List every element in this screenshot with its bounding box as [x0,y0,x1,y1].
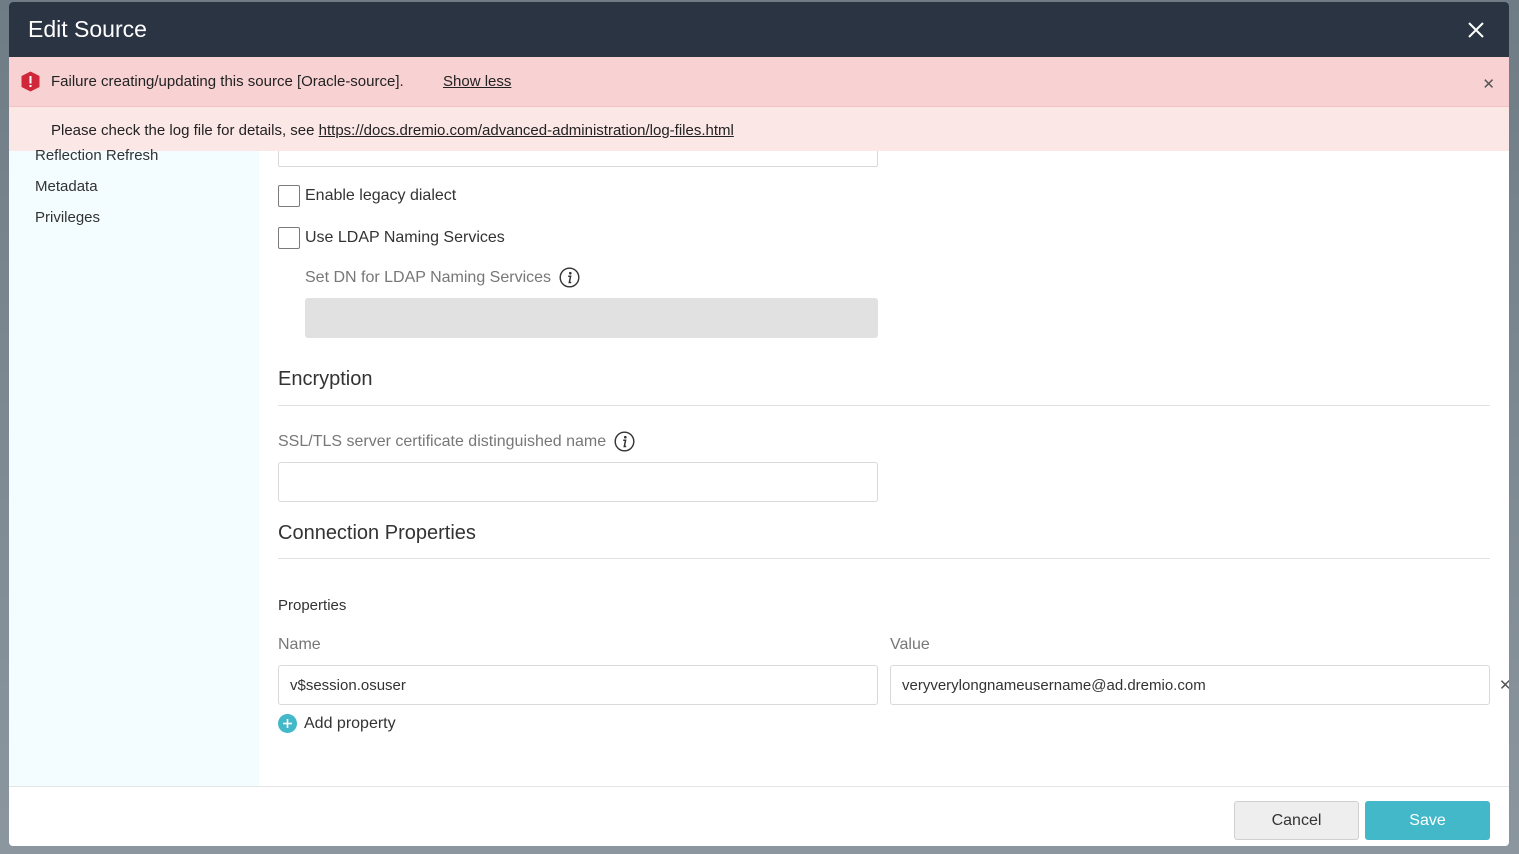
add-property-button[interactable]: Add property [278,714,396,733]
encryption-section-title: Encryption [278,368,373,390]
divider [278,558,1490,559]
ldap-dn-label: Set DN for LDAP Naming Services [305,267,580,288]
legacy-dialect-checkbox[interactable] [278,185,300,207]
close-icon[interactable] [1465,19,1487,41]
value-column-label: Value [890,636,930,653]
ssl-label-text: SSL/TLS server certificate distinguished… [278,432,607,450]
save-button[interactable]: Save [1365,801,1490,840]
error-message: Failure creating/updating this source [O… [51,73,404,90]
ldap-dn-input [305,298,878,338]
log-files-link[interactable]: https://docs.dremio.com/advanced-adminis… [319,122,734,139]
property-value-input[interactable]: veryverylongnameusername@ad.dremio.com [890,665,1490,705]
show-less-link[interactable]: Show less [443,73,511,90]
modal-header: Edit Source [9,2,1509,57]
name-column-label: Name [278,636,321,653]
ssl-label: SSL/TLS server certificate distinguished… [278,431,635,452]
ldap-dn-label-text: Set DN for LDAP Naming Services [305,268,552,286]
partial-input-field[interactable] [278,151,878,167]
modal-title: Edit Source [28,16,147,42]
properties-label: Properties [278,597,347,614]
legacy-dialect-label: Enable legacy dialect [305,187,457,204]
sidebar: Reflection Refresh Metadata Privileges [9,147,259,786]
divider [278,405,1490,406]
remove-property-icon[interactable]: ✕ [1499,676,1509,694]
ssl-input[interactable] [278,462,878,502]
sidebar-item-privileges[interactable]: Privileges [35,209,100,226]
error-detail: Please check the log file for details, s… [9,106,1509,151]
sidebar-item-reflection-refresh[interactable]: Reflection Refresh [35,147,158,164]
error-banner: Failure creating/updating this source [O… [9,57,1509,106]
connection-properties-title: Connection Properties [278,522,476,544]
add-property-label: Add property [304,714,396,732]
ldap-checkbox[interactable] [278,227,300,249]
info-icon[interactable] [614,431,635,452]
cancel-button[interactable]: Cancel [1234,801,1359,840]
form-content: Enable legacy dialect Use LDAP Naming Se… [259,151,1509,786]
plus-circle-icon [278,714,297,733]
info-icon[interactable] [559,267,580,288]
error-icon [21,71,40,92]
modal-footer: Cancel Save [9,786,1509,846]
ldap-label: Use LDAP Naming Services [305,229,505,246]
error-detail-prefix: Please check the log file for details, s… [51,122,319,139]
sidebar-item-metadata[interactable]: Metadata [35,178,98,195]
property-name-input[interactable]: v$session.osuser [278,665,878,705]
dismiss-error-icon[interactable]: ✕ [1482,75,1495,93]
edit-source-modal: Edit Source Failure creating/updating th… [9,2,1509,846]
error-detail-text: Please check the log file for details, s… [51,122,734,139]
